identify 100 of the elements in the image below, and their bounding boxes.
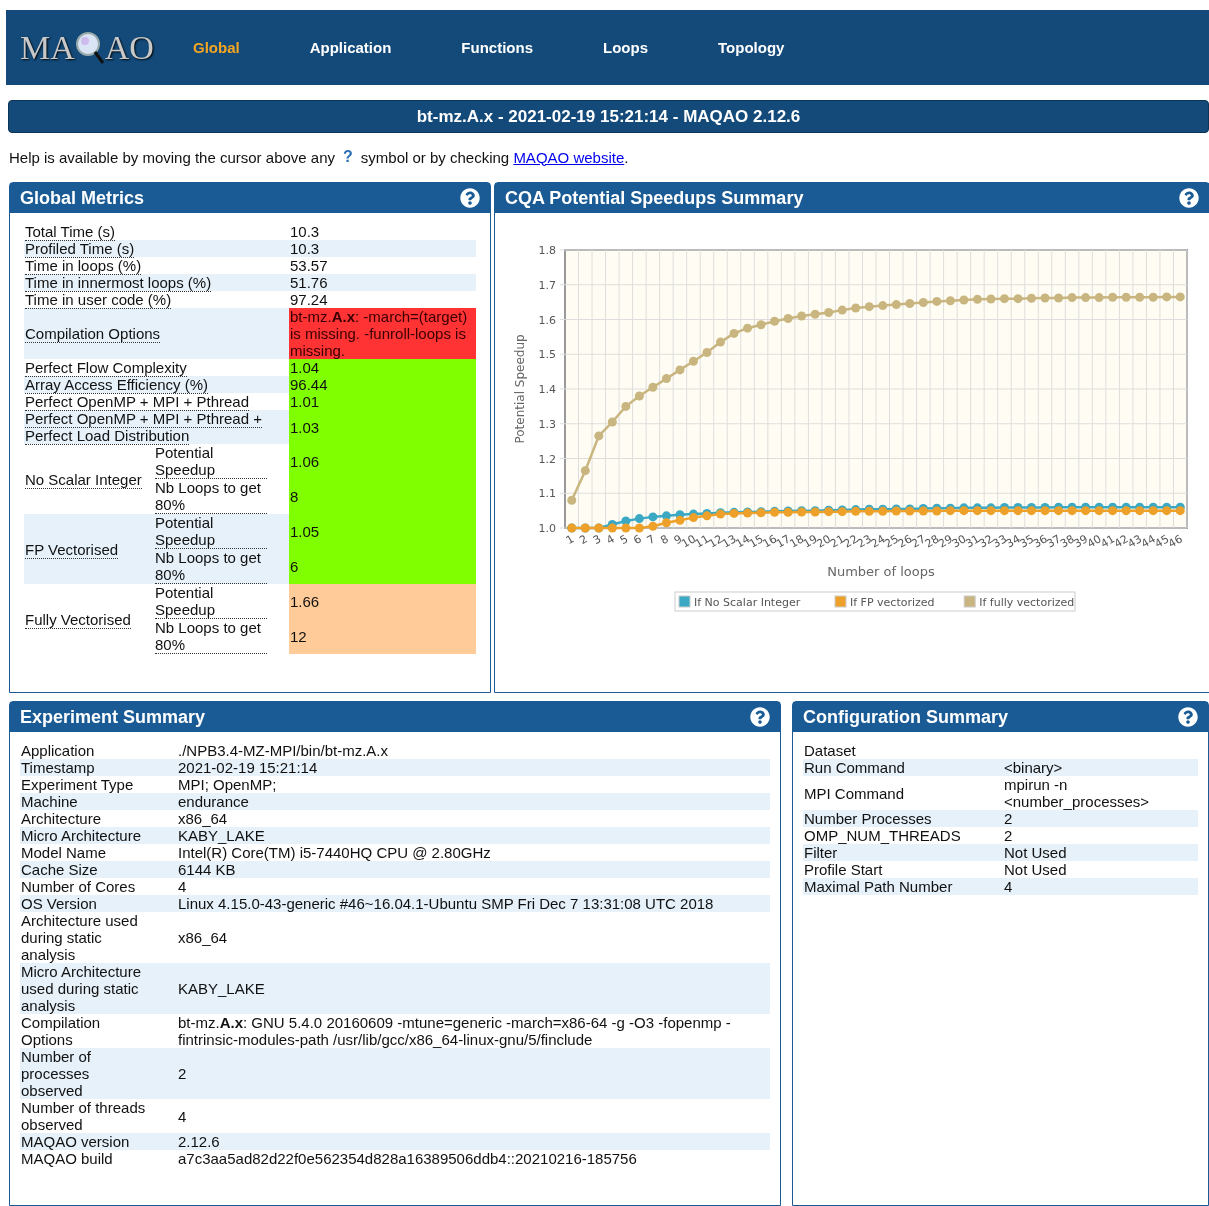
point [1162, 292, 1172, 302]
info-label: Cache Size [21, 861, 98, 878]
x-tick-label: 4 [604, 532, 617, 548]
report-title: bt-mz.A.x - 2021-02-19 15:21:14 - MAQAO 2.12.6 [8, 100, 1209, 133]
help-icon[interactable] [460, 188, 480, 208]
point [648, 512, 658, 522]
x-tick-label: 1 [563, 532, 577, 548]
info-value: mpirun -n <number_processes> [1004, 776, 1150, 810]
point [661, 518, 671, 528]
legend-label: If fully vectorized [979, 596, 1075, 609]
point [688, 356, 698, 366]
help-icon[interactable] [1178, 707, 1198, 727]
point [1067, 506, 1077, 516]
info-label: Micro Architecture used during static analysis [21, 963, 142, 1014]
nav-tab[interactable]: Functions [461, 39, 533, 56]
point [1175, 292, 1185, 302]
help-icon[interactable] [750, 707, 770, 727]
x-axis-title: Number of loops [827, 564, 935, 579]
nav-tab[interactable]: Loops [603, 39, 648, 56]
info-label: Architecture used during static analysis [21, 912, 138, 963]
point [1054, 293, 1064, 303]
metric-value-cell: 1.66 [289, 584, 476, 619]
info-label: Number of Cores [21, 878, 136, 895]
point [1081, 506, 1091, 516]
info-value: 4 [178, 878, 187, 895]
point [810, 309, 820, 319]
y-tick-label: 1.0 [538, 522, 556, 535]
point [878, 301, 888, 311]
point [1108, 292, 1118, 302]
nav-tab[interactable]: Application [309, 39, 392, 56]
point [716, 337, 725, 347]
x-tick-label: 7 [644, 532, 658, 548]
info-value: 4 [1004, 878, 1013, 895]
y-tick-label: 1.3 [538, 417, 556, 431]
legend-label: If FP vectorized [850, 596, 935, 609]
x-tick-label: 6 [631, 532, 644, 548]
info-value: Not Used [1004, 861, 1067, 878]
point [648, 382, 658, 392]
point [729, 328, 739, 338]
point [1040, 293, 1050, 303]
panel-title: Global Metrics [20, 187, 145, 209]
point [675, 365, 685, 375]
point [607, 417, 617, 427]
info-label: Application [21, 742, 95, 759]
metric-value-cell: 1.06 [289, 444, 476, 479]
point [756, 320, 766, 330]
y-tick-label: 1.2 [538, 452, 556, 466]
point [999, 294, 1009, 304]
website-link[interactable]: MAQAO website [513, 148, 625, 166]
point [1135, 292, 1145, 302]
info-value: <binary> [1004, 759, 1063, 776]
metric-label: FP Vectorised [25, 540, 119, 559]
nav-tab[interactable]: Topology [718, 39, 785, 56]
point [621, 523, 631, 533]
info-value: 4 [178, 1107, 187, 1125]
info-label: Number of threads observed [21, 1099, 146, 1133]
maqao-logo: MA AO [20, 28, 155, 67]
point [1135, 506, 1145, 516]
point [1121, 506, 1131, 516]
x-tick-label: 5 [617, 532, 631, 548]
info-value: x86_64 [178, 810, 228, 827]
info-label: Experiment Type [21, 776, 134, 793]
point [634, 523, 644, 533]
metric-value-cell: 6 [289, 549, 476, 584]
point [743, 323, 753, 333]
x-tick-label: 2 [577, 532, 590, 548]
info-label: Number of processes observed [21, 1048, 92, 1099]
metric-value-cell: 1.05 [289, 514, 476, 549]
metric-value-cell: bt-mz.A.x: -march=(target) is missing. -funroll-loops is missing. [289, 308, 476, 359]
y-tick-label: 1.7 [538, 278, 556, 292]
metric-label: Fully Vectorised [25, 610, 131, 629]
info-value: 6144 KB [178, 861, 236, 878]
point [797, 311, 807, 321]
metric-value: 51.76 [290, 274, 328, 291]
point [864, 302, 874, 312]
nav-tab[interactable]: Global [193, 39, 240, 56]
info-value: x86_64 [178, 929, 228, 946]
point [580, 466, 590, 476]
metric-value: 10.3 [290, 240, 320, 257]
info-label: Run Command [804, 759, 905, 776]
point [1148, 292, 1158, 302]
metric-value-cell: 1.04 [289, 359, 476, 376]
x-tick-label: 3 [590, 532, 604, 548]
legend-label: If No Scalar Integer [694, 596, 801, 609]
info-value: 2 [1004, 810, 1013, 827]
point [634, 514, 644, 524]
point [1094, 293, 1104, 303]
info-label: Architecture [21, 810, 102, 827]
metric-label: No Scalar Integer [25, 470, 142, 489]
info-label: MAQAO build [21, 1150, 113, 1167]
info-label: Profile Start [804, 861, 883, 878]
magnifier-icon [74, 30, 105, 65]
y-tick-label: 1.5 [538, 348, 556, 362]
help-icon[interactable] [1179, 188, 1199, 208]
point [851, 303, 861, 313]
point [891, 300, 901, 310]
y-tick-label: 1.4 [538, 383, 556, 396]
point [1067, 293, 1077, 303]
point [986, 294, 996, 304]
point [688, 513, 698, 523]
